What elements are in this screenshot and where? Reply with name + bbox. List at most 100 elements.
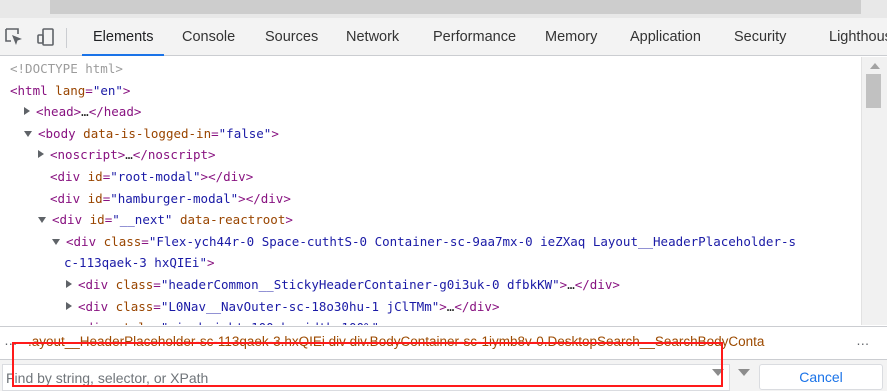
chevron-down-icon[interactable] [738,369,750,376]
breadcrumb-path[interactable]: .ayout__HeaderPlaceholder-sc-113qaek-3.h… [28,334,846,349]
dom-node-line[interactable]: <div class="L0Nav__NavOuter-sc-18o30hu-1… [0,296,861,317]
collapsed-ellipsis: … [567,277,575,292]
tab-memory[interactable]: Memory [545,18,597,56]
dom-tree-scrollbar[interactable] [861,57,887,325]
dom-node-line[interactable]: <div id="__next" data-reactroot> [0,209,861,230]
tag-open: <div [52,212,83,228]
dom-node-line[interactable]: <div id="root-modal"></div> [0,166,861,187]
tag-end: </div> [574,277,620,292]
doctype-text: <!DOCTYPE html> [10,61,123,76]
scrollbar-thumb[interactable] [866,74,881,108]
tag-open: <div [78,320,108,325]
expand-triangle-right-icon[interactable] [38,150,44,159]
dom-node-line[interactable]: c-113qaek-3 hxQIEi"> [0,252,861,273]
tag-close-bracket: > [285,212,293,228]
find-bar: Cancel [0,359,887,391]
dom-node-line[interactable]: <noscript>…</noscript> [0,144,861,165]
tab-application[interactable]: Application [630,18,701,56]
attribute-name: class [115,277,154,292]
collapsed-ellipsis: … [81,104,89,120]
tag-open: <noscript [50,147,118,163]
attribute-value: "hamburger-modal" [110,190,239,206]
window-top-strip [0,0,887,18]
tab-elements[interactable]: Elements [81,18,165,56]
drag-handle[interactable] [50,0,861,14]
tag-close-bracket: > [122,82,131,98]
tab-console[interactable]: Console [182,18,235,56]
attribute-value: "min-height:100vh;width:100%" [161,320,379,325]
attribute-name: id [87,190,103,206]
attribute-equals: = [211,125,219,141]
attribute-value: "root-modal" [110,169,201,184]
tag-end: ></div> [238,190,291,206]
dom-node-line[interactable]: <!DOCTYPE html> [0,58,861,79]
attribute-value: "Flex-ych44r-0 Space-cuthtS-0 Container-… [148,233,797,249]
dom-node-line[interactable]: <div class="headerCommon__StickyHeaderCo… [0,274,861,295]
breadcrumb-scroll-left[interactable]: … [4,333,19,348]
attribute-equals: = [153,277,161,292]
find-input[interactable] [2,364,730,391]
dom-node-line[interactable]: <html lang="en"> [0,80,861,101]
scroll-up-arrow-icon[interactable] [870,63,880,69]
tag-close-bracket: > [439,298,447,314]
tag-open: <html [10,82,48,98]
attribute-value: "__next" [112,212,173,228]
inspect-element-icon[interactable] [4,27,24,47]
tab-sources[interactable]: Sources [265,18,318,56]
tag-end: </div> [454,298,500,314]
dom-node-line[interactable]: <div style="min-height:100vh;width:100%" [0,317,861,325]
attribute-equals: = [153,298,161,314]
breadcrumb: … .ayout__HeaderPlaceholder-sc-113qaek-3… [0,326,887,358]
tag-end: </head> [88,104,142,120]
attribute-name: data-reactroot [179,212,286,228]
tag-open: <div [66,233,97,249]
tag-open: <body [38,125,76,141]
device-toolbar-icon[interactable] [36,27,56,47]
attribute-name: id [87,169,103,184]
attribute-value: "false" [218,125,272,141]
breadcrumb-scroll-right[interactable]: … [856,333,871,348]
attribute-name: id [89,212,105,228]
attribute-name: class [103,233,142,249]
dom-node-line[interactable]: <body data-is-logged-in="false"> [0,123,861,144]
tab-network[interactable]: Network [346,18,399,56]
tag-end: ></div> [200,169,254,184]
attribute-value: "en" [92,82,123,98]
dom-node-line[interactable]: <div class="Flex-ych44r-0 Space-cuthtS-0… [0,231,861,252]
tab-lighthouse[interactable]: Lighthouse [829,18,887,56]
tag-open: <div [78,277,109,292]
attribute-equals: = [141,233,149,249]
expand-triangle-right-icon[interactable] [66,280,72,288]
tag-open: <div [78,298,109,314]
cancel-button[interactable]: Cancel [759,364,883,390]
attribute-equals: = [85,82,93,98]
expand-triangle-right-icon[interactable] [66,301,72,310]
expand-triangle-right-icon[interactable] [24,107,30,116]
dom-tree[interactable]: <!DOCTYPE html> <html lang="en"> <head>…</… [0,57,861,325]
tab-security[interactable]: Security [734,18,786,56]
expand-triangle-down-icon[interactable] [52,238,60,245]
expand-triangle-down-icon[interactable] [38,217,46,224]
chevron-up-icon[interactable] [712,369,724,376]
tab-performance[interactable]: Performance [433,18,516,56]
tag-open: <div [50,190,81,206]
collapsed-ellipsis: … [125,147,133,163]
tag-close-bracket: > [207,255,215,271]
tag-open: <head [36,104,74,120]
tag-end: </noscript> [132,147,216,163]
attribute-value-continued: c-113qaek-3 hxQIEi" [64,255,207,271]
attribute-value: "headerCommon__StickyHeaderContainer-g0i… [160,277,560,292]
dom-node-line[interactable]: <head>…</head> [0,101,861,122]
dom-node-line[interactable]: <div id="hamburger-modal"></div> [0,188,861,209]
toolbar-separator [66,28,67,48]
attribute-name: data-is-logged-in [83,125,212,141]
tag-close-bracket: > [271,125,279,141]
expand-triangle-down-icon[interactable] [24,130,32,137]
